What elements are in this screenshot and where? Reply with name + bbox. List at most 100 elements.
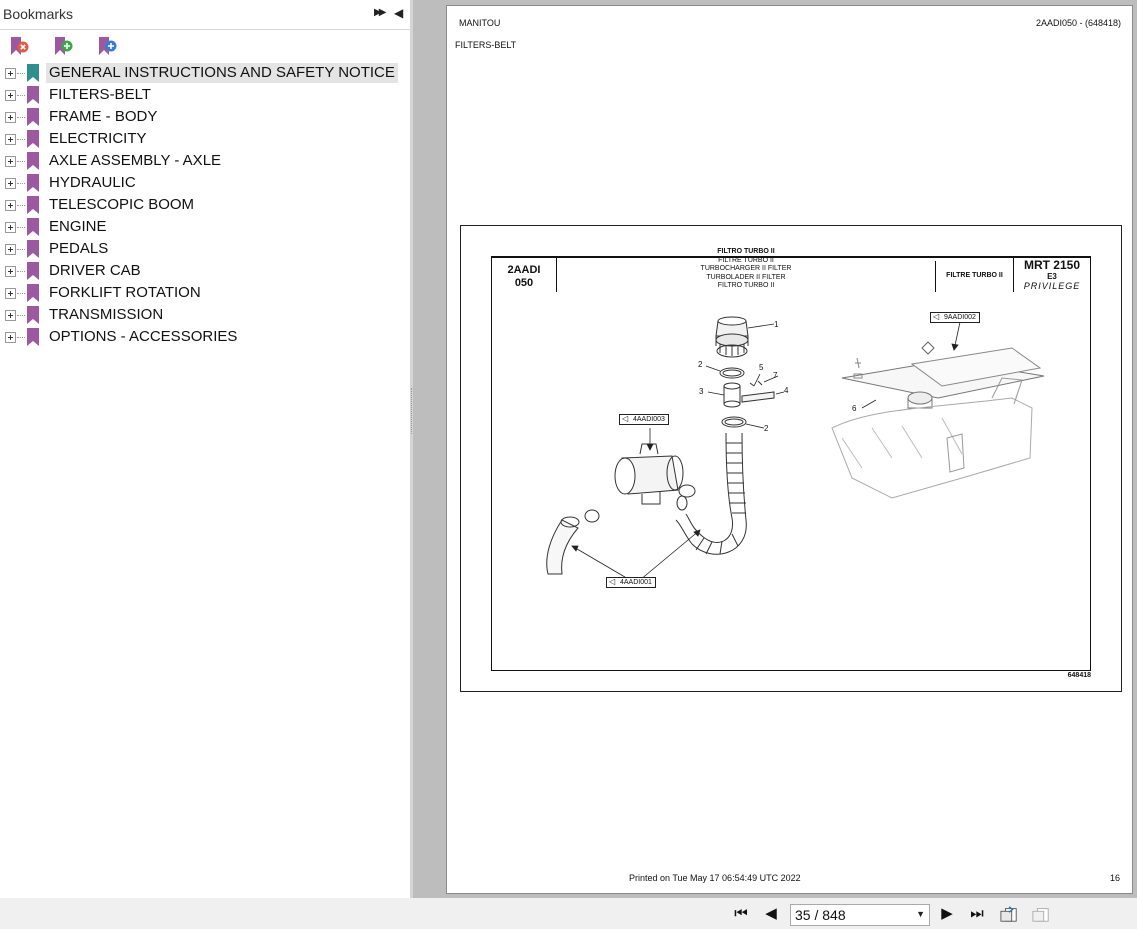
bookmark-label[interactable]: ELECTRICITY bbox=[46, 129, 150, 149]
parts-drawing bbox=[546, 316, 1045, 581]
expand-toggle-icon[interactable] bbox=[5, 134, 16, 145]
parts-drawing-area: 1 2 3 4 5 7 2 6 4AADI003 4AADI001 9AADI0… bbox=[491, 256, 1091, 671]
previous-view-icon[interactable] bbox=[1000, 905, 1018, 923]
figure-frame: 2AADI 050 FILTRO TURBO II FILTRE TURBO I… bbox=[460, 225, 1122, 692]
bookmark-label[interactable]: TELESCOPIC BOOM bbox=[46, 195, 197, 215]
expand-panel-icon[interactable]: ▶▶ bbox=[374, 7, 388, 21]
page-number-value[interactable]: 35 / 848 bbox=[795, 907, 846, 923]
part-number-2b: 2 bbox=[764, 424, 769, 433]
page-brand: MANITOU bbox=[459, 18, 501, 28]
next-page-icon[interactable]: ▶ bbox=[938, 905, 956, 923]
bookmarks-pane: Bookmarks ▶▶ ◀ GENERAL INSTRUCTIONS AND … bbox=[0, 0, 410, 898]
tree-connector bbox=[17, 227, 25, 228]
bookmark-label[interactable]: FORKLIFT ROTATION bbox=[46, 283, 204, 303]
bookmark-icon bbox=[27, 152, 39, 170]
page-navigation-bar: ⏮ ◀ 35 / 848 ▼ ▶ ⏭ bbox=[0, 898, 1137, 929]
expand-toggle-icon[interactable] bbox=[5, 310, 16, 321]
next-view-icon[interactable] bbox=[1032, 905, 1050, 923]
expand-toggle-icon[interactable] bbox=[5, 90, 16, 101]
expand-toggle-icon[interactable] bbox=[5, 244, 16, 255]
expand-toggle-icon[interactable] bbox=[5, 288, 16, 299]
delete-bookmark-icon[interactable] bbox=[8, 35, 30, 57]
bookmark-item[interactable]: DRIVER CAB bbox=[0, 260, 410, 282]
bookmark-icon bbox=[27, 218, 39, 236]
page-number: 16 bbox=[1109, 873, 1120, 883]
expand-toggle-icon[interactable] bbox=[5, 222, 16, 233]
page-number-field[interactable]: 35 / 848 ▼ bbox=[790, 904, 930, 926]
bookmark-item[interactable]: GENERAL INSTRUCTIONS AND SAFETY NOTICE bbox=[0, 62, 410, 84]
chevron-down-icon[interactable]: ▼ bbox=[916, 909, 925, 919]
collapse-panel-icon[interactable]: ◀ bbox=[394, 6, 406, 20]
last-page-icon[interactable]: ⏭ bbox=[968, 905, 986, 923]
bookmark-icon bbox=[27, 196, 39, 214]
bookmark-item[interactable]: FRAME - BODY bbox=[0, 106, 410, 128]
tree-connector bbox=[17, 271, 25, 272]
bookmark-label[interactable]: HYDRAULIC bbox=[46, 173, 139, 193]
bookmark-label[interactable]: ENGINE bbox=[46, 217, 110, 237]
part-number-3: 3 bbox=[699, 387, 704, 396]
bookmark-icon bbox=[27, 130, 39, 148]
page-section-title: FILTERS-BELT bbox=[455, 40, 517, 50]
document-view[interactable]: MANITOU FILTERS-BELT 2AADI050 - (648418)… bbox=[413, 0, 1137, 898]
bookmark-item[interactable]: ENGINE bbox=[0, 216, 410, 238]
part-number-1: 1 bbox=[774, 320, 779, 329]
bookmarks-title: Bookmarks bbox=[3, 6, 74, 22]
tree-connector bbox=[17, 249, 25, 250]
tree-connector bbox=[17, 161, 25, 162]
bookmarks-header: Bookmarks ▶▶ ◀ bbox=[0, 0, 410, 30]
bookmark-icon bbox=[27, 262, 39, 280]
part-number-5: 5 bbox=[759, 363, 764, 372]
bookmarks-toolbar bbox=[0, 31, 410, 61]
pdf-viewer-window: Bookmarks ▶▶ ◀ GENERAL INSTRUCTIONS AND … bbox=[0, 0, 1137, 929]
bookmark-label[interactable]: FRAME - BODY bbox=[46, 107, 160, 127]
bookmark-label[interactable]: GENERAL INSTRUCTIONS AND SAFETY NOTICE bbox=[46, 63, 398, 83]
expand-toggle-icon[interactable] bbox=[5, 178, 16, 189]
expand-toggle-icon[interactable] bbox=[5, 156, 16, 167]
bookmark-item[interactable]: PEDALS bbox=[0, 238, 410, 260]
part-number-6: 6 bbox=[852, 404, 857, 413]
first-page-icon[interactable]: ⏮ bbox=[732, 905, 750, 923]
bookmark-icon bbox=[27, 328, 39, 346]
add-bookmark-icon[interactable] bbox=[52, 35, 74, 57]
part-number-7: 7 bbox=[773, 371, 778, 380]
expand-toggle-icon[interactable] bbox=[5, 200, 16, 211]
expand-toggle-icon[interactable] bbox=[5, 68, 16, 79]
expand-toggle-icon[interactable] bbox=[5, 112, 16, 123]
bookmark-label[interactable]: AXLE ASSEMBLY - AXLE bbox=[46, 151, 224, 171]
bookmark-item[interactable]: OPTIONS - ACCESSORIES bbox=[0, 326, 410, 348]
tree-connector bbox=[17, 293, 25, 294]
tree-connector bbox=[17, 139, 25, 140]
bookmark-item[interactable]: ELECTRICITY bbox=[0, 128, 410, 150]
tree-connector bbox=[17, 117, 25, 118]
callout-9AADI002[interactable]: 9AADI002 bbox=[930, 312, 980, 323]
add-child-bookmark-icon[interactable] bbox=[96, 35, 118, 57]
bookmark-item[interactable]: FILTERS-BELT bbox=[0, 84, 410, 106]
expand-toggle-icon[interactable] bbox=[5, 332, 16, 343]
bookmark-item[interactable]: AXLE ASSEMBLY - AXLE bbox=[0, 150, 410, 172]
callout-4AADI001[interactable]: 4AADI001 bbox=[606, 577, 656, 588]
bookmark-label[interactable]: DRIVER CAB bbox=[46, 261, 144, 281]
tree-connector bbox=[17, 337, 25, 338]
part-number-2a: 2 bbox=[698, 360, 703, 369]
bookmark-icon bbox=[27, 86, 39, 104]
bookmark-label[interactable]: OPTIONS - ACCESSORIES bbox=[46, 327, 240, 347]
expand-toggle-icon[interactable] bbox=[5, 266, 16, 277]
bookmark-item[interactable]: TRANSMISSION bbox=[0, 304, 410, 326]
printed-timestamp: Printed on Tue May 17 06:54:49 UTC 2022 bbox=[629, 873, 801, 883]
previous-page-icon[interactable]: ◀ bbox=[762, 905, 780, 923]
pdf-page: MANITOU FILTERS-BELT 2AADI050 - (648418)… bbox=[446, 5, 1133, 894]
bookmark-item[interactable]: HYDRAULIC bbox=[0, 172, 410, 194]
bookmark-item[interactable]: TELESCOPIC BOOM bbox=[0, 194, 410, 216]
page-reference: 2AADI050 - (648418) bbox=[1035, 18, 1121, 28]
tree-connector bbox=[17, 315, 25, 316]
bookmark-label[interactable]: FILTERS-BELT bbox=[46, 85, 154, 105]
callout-4AADI003[interactable]: 4AADI003 bbox=[619, 414, 669, 425]
bookmark-icon bbox=[27, 284, 39, 302]
tree-connector bbox=[17, 205, 25, 206]
bookmark-label[interactable]: TRANSMISSION bbox=[46, 305, 166, 325]
bookmark-icon bbox=[27, 306, 39, 324]
bookmark-label[interactable]: PEDALS bbox=[46, 239, 111, 259]
bookmark-tree: GENERAL INSTRUCTIONS AND SAFETY NOTICE FI… bbox=[0, 62, 410, 348]
bookmark-item[interactable]: FORKLIFT ROTATION bbox=[0, 282, 410, 304]
tree-connector bbox=[17, 73, 25, 74]
